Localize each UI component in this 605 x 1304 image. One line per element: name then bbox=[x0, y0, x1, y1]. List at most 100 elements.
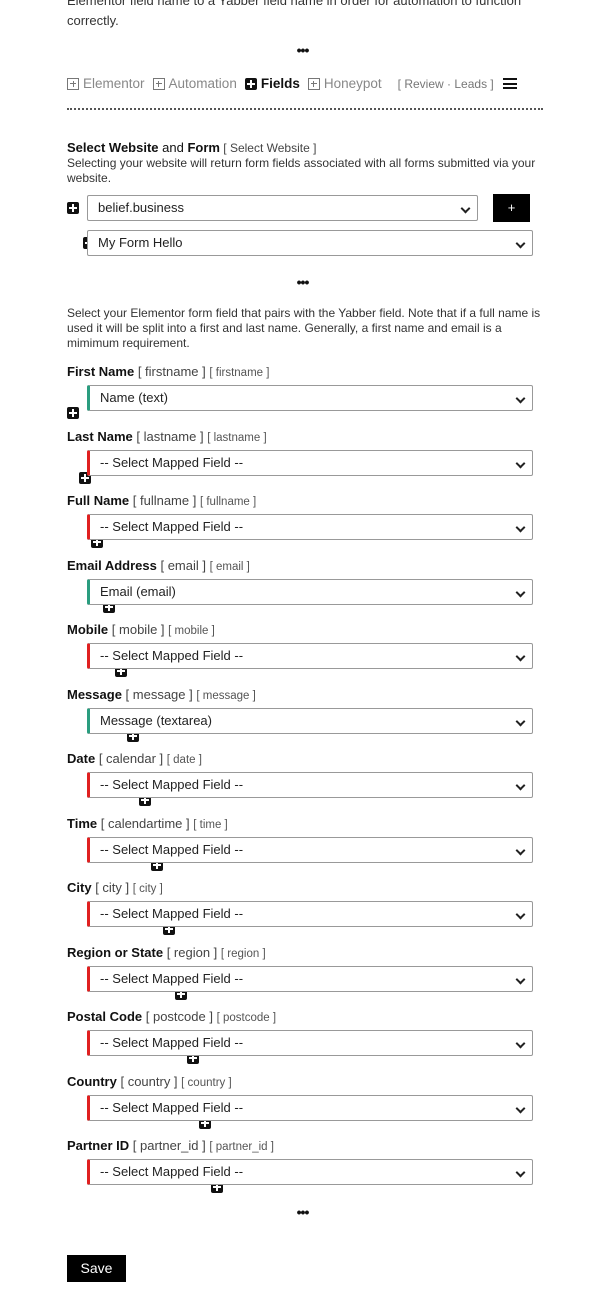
mapped-field-select[interactable]: -- Select Mapped Field -- bbox=[87, 1030, 533, 1056]
field-label: Mobile [ mobile ] [ mobile ] bbox=[67, 622, 215, 637]
chevron-down-icon bbox=[515, 458, 526, 468]
save-button[interactable]: Save bbox=[67, 1255, 126, 1282]
add-website-button[interactable]: + bbox=[493, 194, 530, 222]
ellipsis-divider: ••• bbox=[296, 274, 310, 290]
field-name: Mobile bbox=[67, 622, 109, 637]
dotted-divider bbox=[67, 108, 543, 110]
mapped-field-select[interactable]: -- Select Mapped Field -- bbox=[87, 965, 533, 992]
mapped-field-select[interactable]: Message (textarea) bbox=[87, 707, 533, 734]
field-label: Message [ message ] [ message ] bbox=[67, 687, 256, 702]
tab-elementor[interactable]: Elementor bbox=[67, 76, 145, 91]
heading-part: Form bbox=[187, 140, 220, 155]
select-value: -- Select Mapped Field -- bbox=[100, 648, 244, 663]
plus-square-icon[interactable] bbox=[67, 407, 79, 419]
heading-key: [ Select Website ] bbox=[219, 141, 317, 155]
field-key: [ city ] bbox=[95, 880, 130, 895]
mapped-field-select[interactable]: -- Select Mapped Field -- bbox=[87, 901, 533, 927]
mapped-field-select[interactable]: Email (email) bbox=[87, 578, 533, 605]
chevron-down-icon bbox=[460, 203, 471, 214]
form-select[interactable]: My Form Hello bbox=[87, 230, 533, 256]
field-label: City [ city ] [ city ] bbox=[67, 880, 163, 895]
select-value: belief.business bbox=[98, 200, 184, 215]
field-key: [ partner_id ] bbox=[209, 1141, 274, 1153]
select-value: Name (text) bbox=[100, 390, 168, 405]
chevron-down-icon bbox=[515, 716, 526, 726]
mapped-field-select[interactable]: Name (text) bbox=[87, 385, 533, 411]
leads-link[interactable]: Leads bbox=[454, 77, 487, 91]
chevron-down-icon bbox=[515, 1038, 526, 1049]
field-name: Message bbox=[67, 686, 122, 702]
intro-line: Elementor field name to a Yabber field n… bbox=[67, 0, 522, 8]
bracket: ] bbox=[490, 76, 494, 91]
separator: · bbox=[447, 76, 452, 91]
select-value: -- Select Mapped Field -- bbox=[100, 1035, 244, 1050]
tab-label: Honeypot bbox=[323, 76, 382, 91]
field-key: [ postcode ] bbox=[216, 1012, 277, 1024]
chevron-down-icon bbox=[515, 651, 526, 662]
chevron-down-icon bbox=[515, 845, 526, 855]
field-key: [ lastname ] bbox=[136, 428, 204, 444]
field-key: [ firstname ] bbox=[137, 364, 206, 379]
field-name: Full Name bbox=[67, 493, 130, 508]
ellipsis-divider: ••• bbox=[296, 1204, 310, 1220]
select-value: -- Select Mapped Field -- bbox=[100, 906, 244, 921]
field-label: Last Name [ lastname ] [ lastname ] bbox=[67, 429, 267, 444]
tab-honeypot[interactable]: Honeypot bbox=[307, 76, 382, 91]
website-select[interactable]: belief.business bbox=[87, 195, 478, 221]
plus-square-icon[interactable] bbox=[67, 202, 79, 214]
tab-label: Automation bbox=[168, 76, 237, 91]
review-link[interactable]: Review bbox=[404, 77, 443, 91]
field-label: Postal Code [ postcode ] [ postcode ] bbox=[67, 1009, 276, 1024]
tab-bar: Elementor Automation Fields Honeypot [ R… bbox=[67, 76, 517, 91]
field-key: [ calendar ] bbox=[98, 751, 164, 766]
mapped-field-select[interactable]: -- Select Mapped Field -- bbox=[87, 1094, 533, 1121]
heading-part: and bbox=[158, 140, 188, 155]
select-value: My Form Hello bbox=[98, 235, 183, 250]
select-value: -- Select Mapped Field -- bbox=[100, 841, 244, 857]
mapped-field-select[interactable]: -- Select Mapped Field -- bbox=[87, 514, 533, 540]
tab-links: [ Review · Leads ] bbox=[398, 77, 494, 91]
field-label: Partner ID [ partner_id ] [ partner_id ] bbox=[67, 1138, 274, 1153]
field-label: First Name [ firstname ] [ firstname ] bbox=[67, 364, 269, 379]
expand-icon bbox=[152, 77, 165, 90]
field-name: Country bbox=[67, 1073, 117, 1089]
mapped-field-select[interactable]: -- Select Mapped Field -- bbox=[87, 772, 533, 798]
expand-icon bbox=[244, 77, 257, 90]
select-value: -- Select Mapped Field -- bbox=[100, 1164, 244, 1179]
intro-line: correctly. bbox=[67, 13, 119, 28]
field-key: [ calendartime ] bbox=[100, 815, 190, 831]
select-value: -- Select Mapped Field -- bbox=[100, 519, 244, 534]
field-name: Email Address bbox=[67, 557, 157, 573]
field-name: Postal Code bbox=[67, 1009, 143, 1024]
website-description: Selecting your website will return form … bbox=[67, 156, 536, 185]
field-label: Full Name [ fullname ] [ fullname ] bbox=[67, 493, 256, 508]
field-key: [ mobile ] bbox=[168, 625, 215, 637]
bracket: [ bbox=[397, 76, 401, 91]
mapped-field-select[interactable]: -- Select Mapped Field -- bbox=[87, 643, 533, 669]
field-key: [ country ] bbox=[120, 1073, 178, 1089]
field-label: Time [ calendartime ] [ time ] bbox=[67, 816, 228, 831]
heading-part: Select Website bbox=[67, 140, 159, 155]
mapped-field-select[interactable]: -- Select Mapped Field -- bbox=[87, 449, 533, 476]
field-key: [ country ] bbox=[181, 1076, 232, 1089]
field-key: [ message ] bbox=[196, 689, 256, 702]
mapped-field-select[interactable]: -- Select Mapped Field -- bbox=[87, 1159, 533, 1185]
select-value: Message (textarea) bbox=[100, 712, 212, 728]
chevron-down-icon bbox=[515, 909, 526, 920]
list-icon[interactable] bbox=[502, 78, 517, 89]
chevron-down-icon bbox=[515, 1167, 526, 1178]
tab-label: Elementor bbox=[83, 76, 145, 91]
tab-automation[interactable]: Automation bbox=[152, 76, 237, 91]
field-key: [ message ] bbox=[125, 686, 193, 702]
expand-icon bbox=[67, 77, 79, 90]
chevron-down-icon bbox=[515, 780, 526, 791]
field-name: Partner ID bbox=[67, 1138, 130, 1153]
mapped-field-select[interactable]: -- Select Mapped Field -- bbox=[87, 836, 533, 863]
field-key: [ date ] bbox=[166, 754, 202, 766]
tab-fields[interactable]: Fields bbox=[244, 76, 300, 91]
field-key: [ lastname ] bbox=[207, 431, 267, 444]
chevron-down-icon bbox=[515, 393, 526, 404]
expand-icon bbox=[307, 77, 320, 90]
ellipsis-divider: ••• bbox=[296, 42, 310, 58]
field-key: [ time ] bbox=[193, 818, 228, 831]
